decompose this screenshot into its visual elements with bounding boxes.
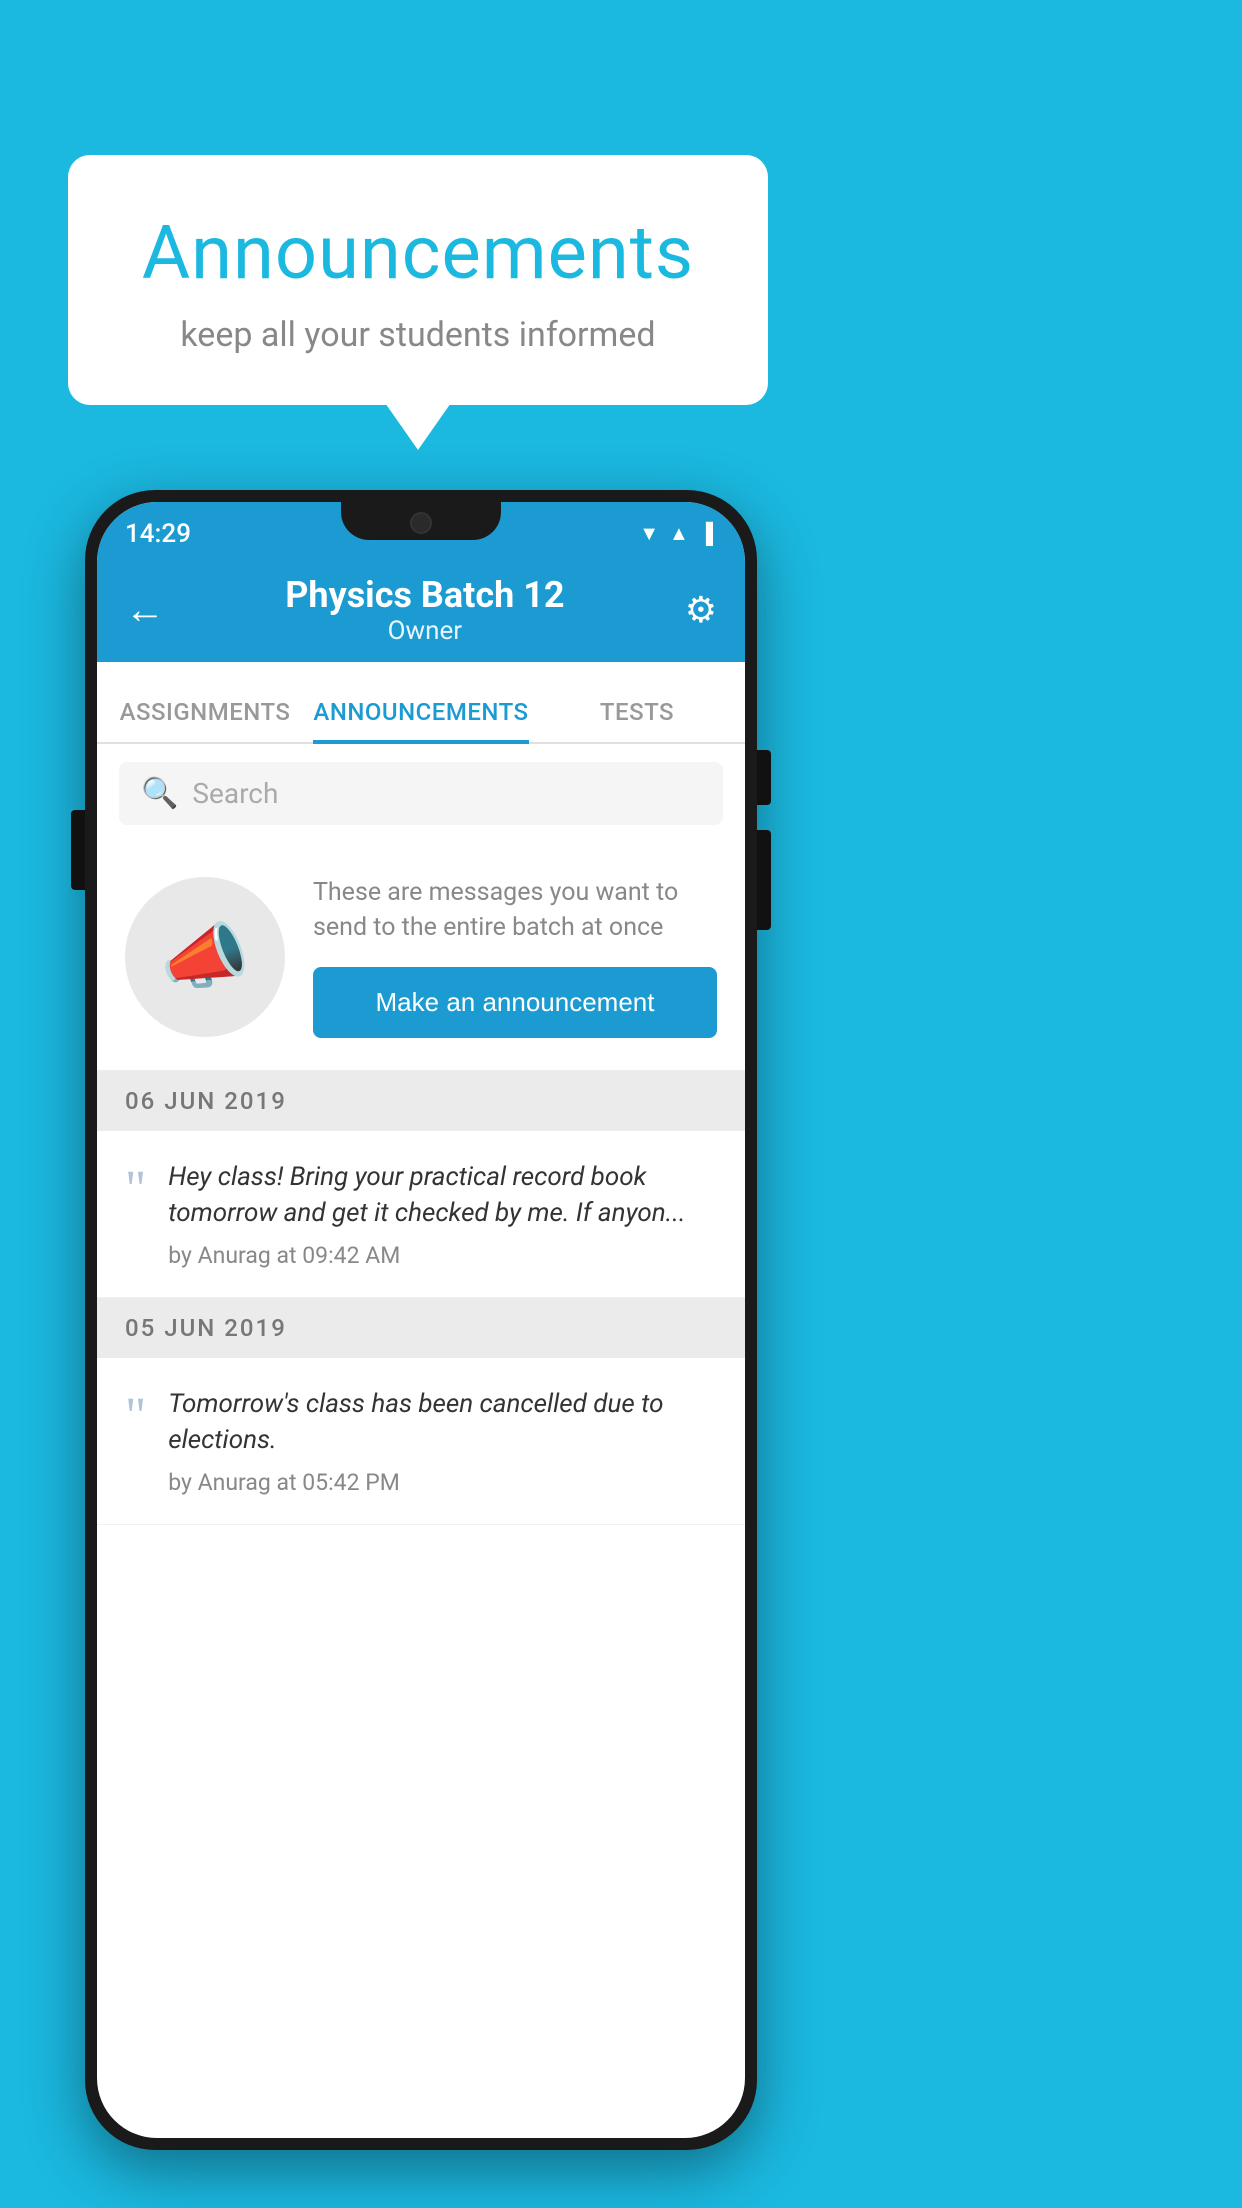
- speech-bubble: Announcements keep all your students inf…: [68, 155, 768, 405]
- announcement-prompt: 📣 These are messages you want to send to…: [97, 843, 745, 1071]
- bubble-subtitle: keep all your students informed: [128, 315, 708, 355]
- search-container: 🔍 Search: [97, 744, 745, 843]
- announcement-author-2: by Anurag at 05:42 PM: [168, 1469, 717, 1496]
- phone-screen: 14:29 ▼ ▲ ▐ ← Physics Batch 12 Owner ⚙ A…: [97, 502, 745, 2138]
- announcement-right: These are messages you want to send to t…: [313, 875, 717, 1038]
- tab-tests[interactable]: TESTS: [529, 698, 745, 744]
- announcement-text-1: Hey class! Bring your practical record b…: [168, 1159, 717, 1232]
- search-icon: 🔍: [141, 776, 178, 811]
- make-announcement-button[interactable]: Make an announcement: [313, 967, 717, 1038]
- volume-down-button[interactable]: [757, 830, 771, 930]
- quote-icon: ": [125, 1164, 146, 1216]
- tab-assignments[interactable]: ASSIGNMENTS: [97, 698, 313, 744]
- notch: [341, 502, 501, 540]
- wifi-icon: ▼: [639, 521, 659, 546]
- megaphone-icon-circle: 📣: [125, 877, 285, 1037]
- announcement-author-1: by Anurag at 09:42 AM: [168, 1242, 717, 1269]
- speech-bubble-container: Announcements keep all your students inf…: [68, 155, 768, 405]
- back-button[interactable]: ←: [125, 586, 165, 633]
- app-bar-title: Physics Batch 12: [165, 574, 685, 616]
- app-bar: ← Physics Batch 12 Owner ⚙: [97, 557, 745, 662]
- battery-icon: ▐: [699, 521, 713, 546]
- search-bar[interactable]: 🔍 Search: [119, 762, 723, 825]
- tabs: ASSIGNMENTS ANNOUNCEMENTS TESTS: [97, 662, 745, 744]
- status-time: 14:29: [125, 519, 191, 549]
- camera: [410, 512, 432, 534]
- announcement-content-1: Hey class! Bring your practical record b…: [168, 1159, 717, 1269]
- announcement-item-1: " Hey class! Bring your practical record…: [97, 1131, 745, 1298]
- date-separator-2: 05 JUN 2019: [97, 1298, 745, 1358]
- quote-icon-2: ": [125, 1391, 146, 1443]
- volume-button[interactable]: [71, 810, 85, 890]
- signal-icon: ▲: [669, 521, 689, 546]
- bubble-title: Announcements: [128, 210, 708, 297]
- announcement-description: These are messages you want to send to t…: [313, 875, 717, 945]
- announcement-text-2: Tomorrow's class has been cancelled due …: [168, 1386, 717, 1459]
- announcement-content-2: Tomorrow's class has been cancelled due …: [168, 1386, 717, 1496]
- announcement-item-2: " Tomorrow's class has been cancelled du…: [97, 1358, 745, 1525]
- app-bar-center: Physics Batch 12 Owner: [165, 574, 685, 646]
- date-separator-1: 06 JUN 2019: [97, 1071, 745, 1131]
- status-icons: ▼ ▲ ▐: [639, 521, 713, 546]
- settings-button[interactable]: ⚙: [685, 589, 717, 631]
- tab-announcements[interactable]: ANNOUNCEMENTS: [313, 698, 529, 744]
- power-button[interactable]: [757, 750, 771, 805]
- app-bar-subtitle: Owner: [165, 616, 685, 646]
- phone: 14:29 ▼ ▲ ▐ ← Physics Batch 12 Owner ⚙ A…: [85, 490, 757, 2150]
- search-placeholder: Search: [192, 777, 278, 810]
